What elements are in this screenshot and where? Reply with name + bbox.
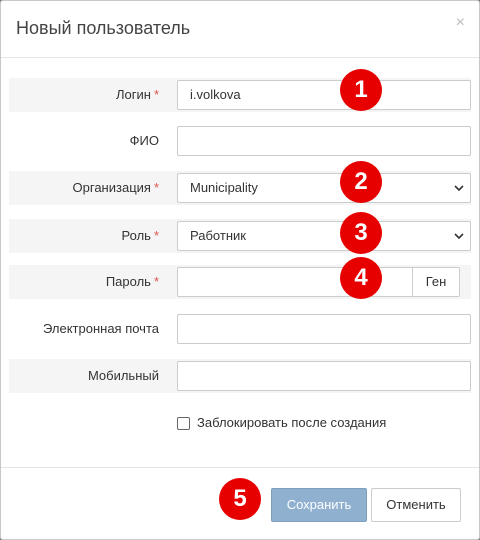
save-button[interactable]: Сохранить xyxy=(271,488,367,522)
mobile-input[interactable] xyxy=(177,361,471,391)
step-badge-5: 5 xyxy=(219,478,261,520)
chevron-down-icon xyxy=(454,233,464,240)
role-value: Работник xyxy=(190,228,246,243)
dialog-title: Новый пользователь xyxy=(16,18,191,38)
block-after-create-checkbox[interactable] xyxy=(177,417,190,430)
required-marker: * xyxy=(153,180,159,195)
password-label: Пароль * xyxy=(105,274,159,289)
required-marker: * xyxy=(153,274,159,289)
role-label: Роль * xyxy=(121,228,159,243)
step-badge-3: 3 xyxy=(340,212,382,254)
generate-password-button[interactable]: Ген xyxy=(412,267,460,297)
fio-row: ФИО xyxy=(9,124,471,158)
email-input[interactable] xyxy=(177,314,471,344)
mobile-label: Мобильный xyxy=(87,368,159,383)
organization-select[interactable]: Municipality xyxy=(177,173,471,203)
required-marker: * xyxy=(153,228,159,243)
dialog-header: Новый пользователь × xyxy=(1,1,479,58)
fio-input[interactable] xyxy=(177,126,471,156)
organization-label: Организация * xyxy=(72,180,159,195)
password-row: Пароль * Ген xyxy=(9,265,471,299)
role-select[interactable]: Работник xyxy=(177,221,471,251)
step-badge-2: 2 xyxy=(340,161,382,203)
close-icon[interactable]: × xyxy=(456,15,465,31)
login-row: Логин * i.volkova xyxy=(9,78,471,112)
login-label: Логин * xyxy=(115,87,159,102)
new-user-dialog: Новый пользователь × Логин * i.volkova ФИ… xyxy=(0,0,480,540)
login-input[interactable]: i.volkova xyxy=(177,80,471,110)
email-row: Электронная почта xyxy=(9,312,471,346)
block-after-create-label: Заблокировать после создания xyxy=(197,415,387,430)
fio-label: ФИО xyxy=(129,133,159,148)
step-badge-4: 4 xyxy=(340,257,382,299)
organization-value: Municipality xyxy=(190,180,258,195)
role-row: Роль * Работник xyxy=(9,219,471,253)
required-marker: * xyxy=(153,87,159,102)
login-value: i.volkova xyxy=(190,87,241,102)
step-badge-1: 1 xyxy=(340,69,382,111)
cancel-button[interactable]: Отменить xyxy=(371,488,461,522)
email-label: Электронная почта xyxy=(42,321,159,336)
organization-row: Организация * Municipality xyxy=(9,171,471,205)
mobile-row: Мобильный xyxy=(9,359,471,393)
chevron-down-icon xyxy=(454,185,464,192)
footer-divider xyxy=(1,467,479,468)
